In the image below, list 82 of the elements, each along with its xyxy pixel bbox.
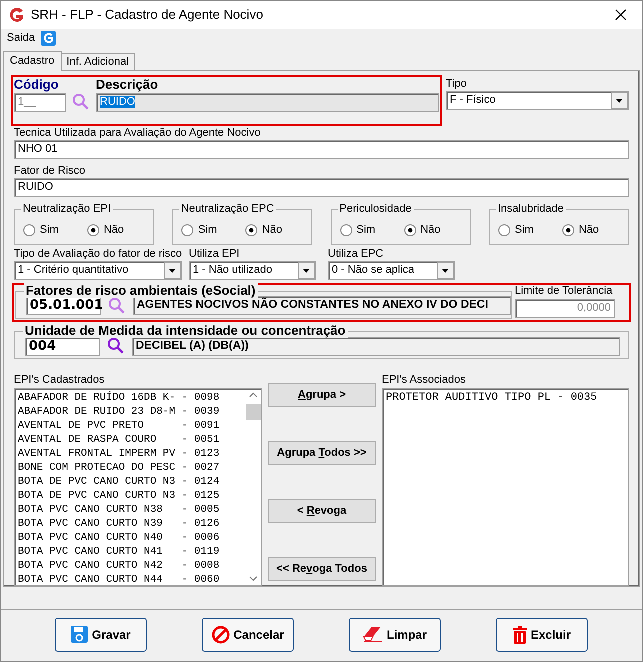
app-logo-icon bbox=[8, 6, 25, 24]
group-label: Neutralização EPI bbox=[21, 202, 114, 216]
field-label: EPI's Cadastrados bbox=[14, 373, 106, 387]
field-label: Tipo de Avaliação do fator de risco bbox=[14, 247, 182, 261]
radio-button[interactable] bbox=[86, 224, 100, 236]
radio-label: Sim bbox=[40, 222, 59, 238]
radio-button[interactable] bbox=[181, 224, 194, 236]
radio-label: Sim bbox=[198, 222, 218, 238]
field-label: Código bbox=[14, 77, 60, 93]
list-item[interactable]: AVENTAL FRONTAL IMPERM PV - 0123 bbox=[18, 447, 245, 461]
group-label: Fatores de risco ambientais (eSocial) bbox=[24, 283, 258, 298]
action-button[interactable]: Limpar bbox=[349, 618, 441, 652]
list-item[interactable]: BOTA PVC CANO CURTO N42 - 0008 bbox=[18, 559, 245, 573]
group-label: Neutralização EPC bbox=[179, 202, 276, 216]
transfer-button[interactable]: Agrupa Todos >> bbox=[268, 441, 376, 465]
radio-button[interactable] bbox=[23, 224, 36, 236]
field-label: EPI's Associados bbox=[382, 373, 468, 387]
list-item[interactable]: AVENTAL DE RASPA COURO - 0051 bbox=[18, 433, 245, 447]
caret-icon bbox=[298, 262, 315, 279]
radio-button[interactable] bbox=[340, 224, 353, 236]
search-icon[interactable] bbox=[108, 296, 126, 315]
list-item[interactable]: BOTA PVC CANO CURTO N38 - 0005 bbox=[18, 503, 245, 517]
description-field[interactable]: DECIBEL (A) (DB(A)) bbox=[132, 336, 620, 356]
transfer-button[interactable]: << Revoga Todos bbox=[268, 557, 376, 581]
scroll-down-icon[interactable] bbox=[248, 576, 258, 582]
caret-icon bbox=[611, 92, 628, 109]
window-title: SRH - FLP - Cadastro de Agente Nocivo bbox=[31, 6, 264, 24]
menu-item[interactable]: Saida bbox=[7, 30, 36, 47]
technique-field[interactable]: NHO 01 bbox=[14, 140, 629, 159]
radio-button[interactable] bbox=[404, 224, 417, 236]
action-button[interactable]: Gravar bbox=[55, 618, 147, 652]
list-item[interactable]: BOTA PVC CANO CURTO N41 - 0119 bbox=[18, 545, 245, 559]
list-item[interactable]: BOTA PVC CANO CURTO N39 - 0126 bbox=[18, 517, 245, 531]
list-item[interactable]: AVENTAL DE PVC PRETO - 0091 bbox=[18, 419, 245, 433]
radio-label: Sim bbox=[514, 222, 534, 238]
radio-label: Não bbox=[420, 222, 441, 238]
group-label: Unidade de Medida da intensidade ou concentração bbox=[23, 322, 348, 338]
radio-button[interactable] bbox=[245, 224, 258, 236]
list-item[interactable]: ABAFADOR DE RUIDO 23 D8-M - 0039 bbox=[18, 405, 245, 419]
radio-label: Sim bbox=[356, 222, 376, 238]
list-item[interactable]: PROTETOR AUDITIVO TIPO PL - 0035 bbox=[386, 391, 628, 405]
dropdown[interactable]: 1 - Critério quantitativo bbox=[14, 261, 182, 280]
field-label: Tecnica Utilizada para Avaliação do Agente Nocivo bbox=[14, 126, 262, 140]
description-field[interactable]: RUIDO bbox=[96, 93, 439, 112]
scroll-thumb[interactable] bbox=[246, 404, 260, 420]
list-item[interactable]: ABAFADOR DE RUÍDO 16DB K- - 0098 bbox=[18, 391, 245, 405]
dropdown[interactable]: F - Físico bbox=[446, 91, 629, 110]
action-button[interactable]: Cancelar bbox=[202, 618, 294, 652]
field-label: Descrição bbox=[96, 77, 160, 93]
dropdown[interactable]: 0 - Não se aplica bbox=[328, 261, 455, 280]
radio-label: Não bbox=[262, 222, 282, 238]
radio-label: Não bbox=[104, 222, 124, 238]
list-item[interactable]: BOTA PVC CANO CURTO N40 - 0006 bbox=[18, 531, 245, 545]
transfer-button[interactable]: < Revoga bbox=[268, 499, 376, 523]
trash-icon bbox=[512, 626, 527, 644]
caret-icon bbox=[164, 262, 181, 279]
transfer-button[interactable]: Agrupa > bbox=[268, 383, 376, 407]
list-item[interactable]: BOTA DE PVC CANO CURTO N3 - 0125 bbox=[18, 489, 245, 503]
list-item[interactable]: BOTA DE PVC CANO CURTO N3 - 0124 bbox=[18, 475, 245, 489]
field-label: Utiliza EPC bbox=[328, 247, 385, 261]
risk-factor-field[interactable]: RUIDO bbox=[14, 178, 629, 197]
field-label: Utiliza EPI bbox=[189, 247, 241, 261]
scroll-up-icon[interactable] bbox=[248, 392, 258, 398]
prohibited-icon bbox=[212, 626, 230, 644]
app-logo-icon[interactable] bbox=[41, 31, 56, 46]
dropdown[interactable]: 1 - Não utilizado bbox=[189, 261, 316, 280]
field-label: Limite de Tolerância bbox=[515, 284, 614, 299]
search-icon[interactable] bbox=[72, 93, 90, 111]
radio-label: Não bbox=[578, 222, 600, 238]
search-icon[interactable] bbox=[107, 337, 125, 356]
field-label: Fator de Risco bbox=[14, 164, 87, 178]
radio-button[interactable] bbox=[498, 224, 511, 236]
tab[interactable]: Inf. Adicional bbox=[62, 53, 136, 70]
tab[interactable]: Cadastro bbox=[3, 51, 62, 71]
field-label: Tipo bbox=[446, 77, 468, 91]
list-item[interactable]: BONE COM PROTECAO DO PESC - 0027 bbox=[18, 461, 245, 475]
radio-button[interactable] bbox=[562, 224, 575, 236]
list-item[interactable]: BOTA PVC CANO CURTO N44 - 0060 bbox=[18, 573, 245, 585]
action-button[interactable]: Excluir bbox=[496, 618, 588, 652]
close-icon[interactable] bbox=[615, 9, 627, 21]
caret-icon bbox=[437, 262, 454, 279]
eraser-icon bbox=[362, 626, 383, 643]
